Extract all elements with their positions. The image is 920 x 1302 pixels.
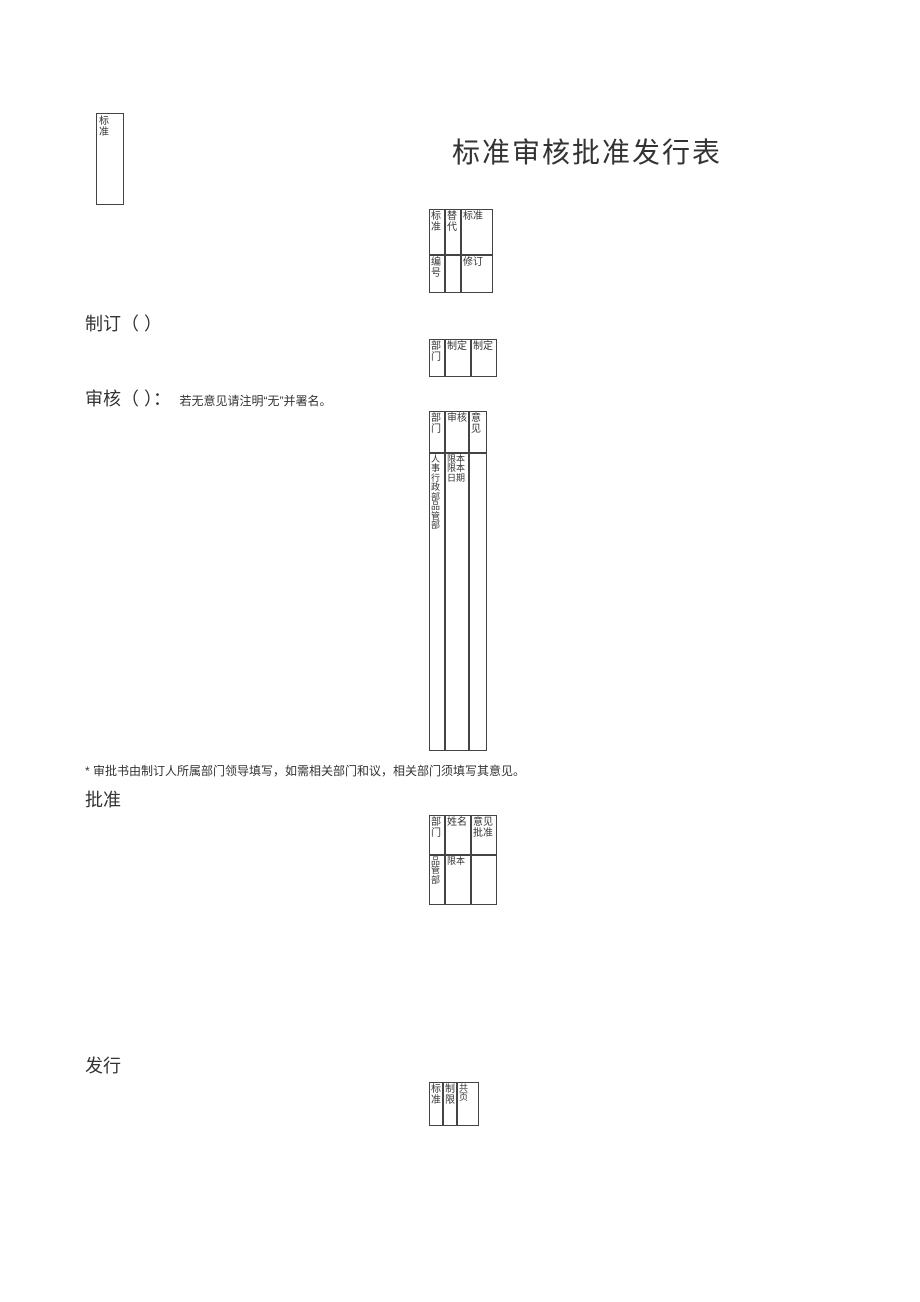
section-review-note: 若无意见请注明“无”并署名。 bbox=[179, 394, 331, 408]
section-issue: 发行 bbox=[85, 1052, 121, 1078]
t4-r1c2: 姓名 bbox=[445, 815, 471, 855]
t3-b1: 人事行政部 品管部 bbox=[429, 453, 445, 751]
section-review: 审核（ ）： bbox=[85, 389, 171, 409]
section-review-row: 审核（ ）： 若无意见请注明“无”并署名。 bbox=[85, 385, 331, 411]
t2-c2: 制定 bbox=[445, 339, 471, 377]
t4-r2c1: 品管部 bbox=[429, 855, 445, 905]
t4-r1c3: 意见批准 bbox=[471, 815, 497, 855]
t3-h1: 部门 bbox=[429, 411, 445, 453]
reviewer-footnote: * 审批书由制订人所属部门领导填写，如需相关部门和议，相关部门须填写其意见。 bbox=[85, 762, 525, 779]
t1-r1c3: 标准 bbox=[461, 209, 493, 255]
t1-r2c3: 修订 bbox=[461, 255, 493, 293]
t1-r2c2 bbox=[445, 255, 461, 293]
t4-r1c1: 部门 bbox=[429, 815, 445, 855]
t3-h2: 审核 bbox=[445, 411, 469, 453]
t1-r1c1: 标准 bbox=[429, 209, 445, 255]
section-approve: 批准 bbox=[85, 786, 121, 812]
t5-c1: 标准 bbox=[429, 1082, 443, 1126]
table-approve: 部门 姓名 意见批准 品管部 限本 bbox=[429, 815, 497, 905]
t1-r1c2: 替代 bbox=[445, 209, 461, 255]
t5-c2: 制限 bbox=[443, 1082, 457, 1126]
t2-c3: 制定 bbox=[471, 339, 497, 377]
table-establish: 部门 制定 制定 bbox=[429, 339, 497, 377]
t5-c3: 共 页 bbox=[457, 1082, 479, 1126]
t3-b2: 限本 限本 日期 bbox=[445, 453, 469, 751]
t3-h3: 意见 bbox=[469, 411, 487, 453]
logo-box: 标准 bbox=[96, 113, 124, 205]
t2-c1: 部门 bbox=[429, 339, 445, 377]
t1-r2c1: 编号 bbox=[429, 255, 445, 293]
logo-box-text: 标准 bbox=[99, 116, 113, 138]
t4-r2c3 bbox=[471, 855, 497, 905]
table-review: 部门 审核 意见 人事行政部 品管部 限本 限本 日期 bbox=[429, 411, 487, 751]
table-issue: 标准 制限 共 页 bbox=[429, 1082, 479, 1126]
table-standard-info: 标准 替代 标准 编号 修订 bbox=[429, 209, 493, 293]
t3-b3 bbox=[469, 453, 487, 751]
page-title: 标准审核批准发行表 bbox=[452, 131, 722, 171]
t4-r2c2: 限本 bbox=[445, 855, 471, 905]
section-establish: 制订（ ） bbox=[85, 310, 162, 336]
